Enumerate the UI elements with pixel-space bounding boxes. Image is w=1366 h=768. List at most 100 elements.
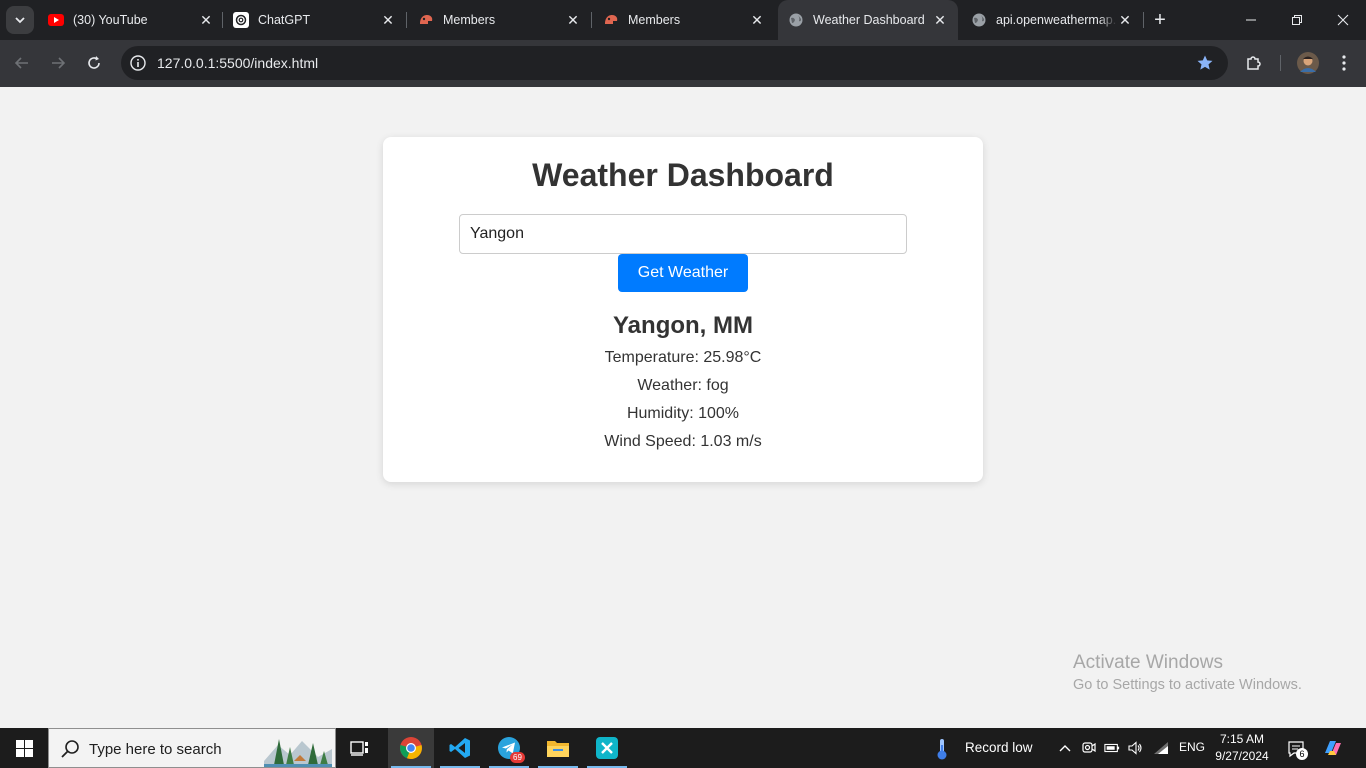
city-input[interactable] — [459, 214, 907, 254]
volume-icon[interactable] — [1127, 740, 1143, 756]
tab-members[interactable]: Members ✕ — [603, 6, 765, 34]
wifi-icon[interactable] — [1153, 740, 1169, 756]
minimize-button[interactable] — [1228, 0, 1274, 40]
taskbar-telegram[interactable]: 69 — [486, 728, 532, 768]
tab-title: Weather Dashboard — [813, 13, 925, 27]
forward-button[interactable] — [46, 51, 70, 75]
result-weather: Weather: fog — [637, 377, 729, 394]
task-view-button[interactable] — [337, 728, 383, 768]
close-tab-icon[interactable]: ✕ — [932, 12, 948, 28]
tab-separator — [1143, 12, 1144, 28]
windows-taskbar: Type here to search 69 Record low ENG 7:… — [0, 728, 1366, 768]
telegram-unread-badge: 69 — [510, 752, 525, 763]
close-tab-icon[interactable]: ✕ — [565, 12, 581, 28]
globe-icon — [788, 12, 804, 28]
profile-avatar[interactable] — [1296, 51, 1320, 75]
chrome-menu-button[interactable] — [1332, 51, 1356, 75]
chatgpt-icon — [233, 12, 249, 28]
task-view-icon — [350, 741, 368, 756]
tab-title: (30) YouTube — [73, 13, 148, 27]
result-temperature: Temperature: 25.98°C — [604, 349, 762, 366]
tab-title: Members — [628, 13, 681, 27]
get-weather-button[interactable]: Get Weather — [618, 254, 748, 292]
copilot-button[interactable] — [1322, 737, 1344, 759]
start-button[interactable] — [0, 728, 48, 768]
close-window-button[interactable] — [1320, 0, 1366, 40]
taskbar-file-explorer[interactable] — [535, 728, 581, 768]
app-x-icon — [596, 737, 618, 759]
thermometer-icon — [937, 739, 947, 760]
address-bar[interactable]: 127.0.0.1:5500/index.html — [121, 46, 1228, 80]
arrow-left-icon — [14, 57, 28, 69]
bookmark-star-icon[interactable] — [1196, 54, 1214, 72]
activate-windows-subtitle: Go to Settings to activate Windows. — [1073, 677, 1302, 693]
tab-separator — [222, 12, 223, 28]
browser-toolbar: 127.0.0.1:5500/index.html — [0, 40, 1366, 87]
clock-date: 9/27/2024 — [1215, 749, 1269, 763]
puzzle-icon — [1247, 56, 1261, 70]
system-clock[interactable]: 7:15 AM 9/27/2024 — [1212, 731, 1272, 765]
chevron-up-icon — [1059, 745, 1071, 752]
tab-openweathermap[interactable]: api.openweathermap. ✕ — [971, 6, 1133, 34]
toolbar-divider — [1280, 55, 1281, 71]
vscode-icon — [449, 738, 470, 758]
battery-icon[interactable] — [1104, 740, 1120, 756]
search-highlight-image — [264, 731, 332, 767]
copilot-icon — [1325, 741, 1341, 755]
tab-youtube[interactable]: (30) YouTube ✕ — [48, 6, 214, 34]
extensions-button[interactable] — [1242, 51, 1266, 75]
language-indicator[interactable]: ENG — [1179, 740, 1205, 754]
close-tab-icon[interactable]: ✕ — [198, 12, 214, 28]
search-placeholder: Type here to search — [89, 741, 222, 758]
result-humidity: Humidity: 100% — [626, 405, 740, 422]
globe-icon — [971, 12, 987, 28]
folder-icon — [547, 741, 569, 757]
site-info-icon[interactable] — [129, 54, 147, 72]
tab-weather-dashboard[interactable]: Weather Dashboard ✕ — [778, 0, 958, 40]
tab-title: api.openweathermap. — [996, 13, 1117, 27]
activate-windows-title: Activate Windows — [1073, 652, 1223, 673]
reload-icon — [88, 56, 100, 69]
show-hidden-icons-button[interactable] — [1057, 740, 1073, 756]
notification-count-badge: 6 — [1296, 748, 1308, 760]
restore-button[interactable] — [1274, 0, 1320, 40]
tab-chatgpt[interactable]: ChatGPT ✕ — [233, 6, 396, 34]
clock-time: 7:15 AM — [1219, 732, 1265, 746]
tab-separator — [591, 12, 592, 28]
notification-center-button[interactable]: 6 — [1286, 739, 1308, 760]
members-icon — [418, 12, 434, 28]
minimize-icon — [1246, 19, 1256, 21]
restore-icon — [1292, 15, 1302, 25]
tab-separator — [406, 12, 407, 28]
tab-members[interactable]: Members ✕ — [418, 6, 581, 34]
weather-widget-text[interactable]: Record low — [965, 740, 1033, 755]
weather-card: Weather Dashboard Get Weather Yangon, MM… — [383, 137, 983, 482]
taskbar-search[interactable]: Type here to search — [48, 728, 336, 768]
meet-now-icon[interactable] — [1081, 740, 1097, 756]
tab-title: Members — [443, 13, 496, 27]
browser-tab-strip: (30) YouTube ✕ ChatGPT ✕ Members ✕ Membe… — [0, 0, 1366, 40]
back-button[interactable] — [10, 51, 34, 75]
close-icon — [1337, 14, 1349, 26]
windows-logo-icon — [15, 739, 33, 757]
reload-button[interactable] — [82, 51, 106, 75]
youtube-icon — [48, 12, 64, 28]
new-tab-button[interactable]: + — [1150, 10, 1170, 30]
result-city: Yangon, MM — [613, 312, 753, 339]
page-title: Weather Dashboard — [532, 157, 834, 193]
avatar-icon — [1297, 52, 1319, 74]
close-tab-icon[interactable]: ✕ — [380, 12, 396, 28]
close-tab-icon[interactable]: ✕ — [749, 12, 765, 28]
close-tab-icon[interactable]: ✕ — [1117, 12, 1133, 28]
url-text[interactable]: 127.0.0.1:5500/index.html — [157, 55, 318, 71]
chevron-down-icon — [15, 17, 25, 24]
tab-title: ChatGPT — [258, 13, 311, 27]
taskbar-chrome[interactable] — [388, 728, 434, 768]
taskbar-xampp[interactable] — [584, 728, 630, 768]
taskbar-vscode[interactable] — [437, 728, 483, 768]
tab-search-button[interactable] — [6, 6, 34, 34]
result-wind: Wind Speed: 1.03 m/s — [604, 433, 762, 450]
search-icon — [61, 740, 79, 758]
kebab-menu-icon — [1342, 55, 1346, 71]
chrome-icon — [400, 737, 422, 760]
